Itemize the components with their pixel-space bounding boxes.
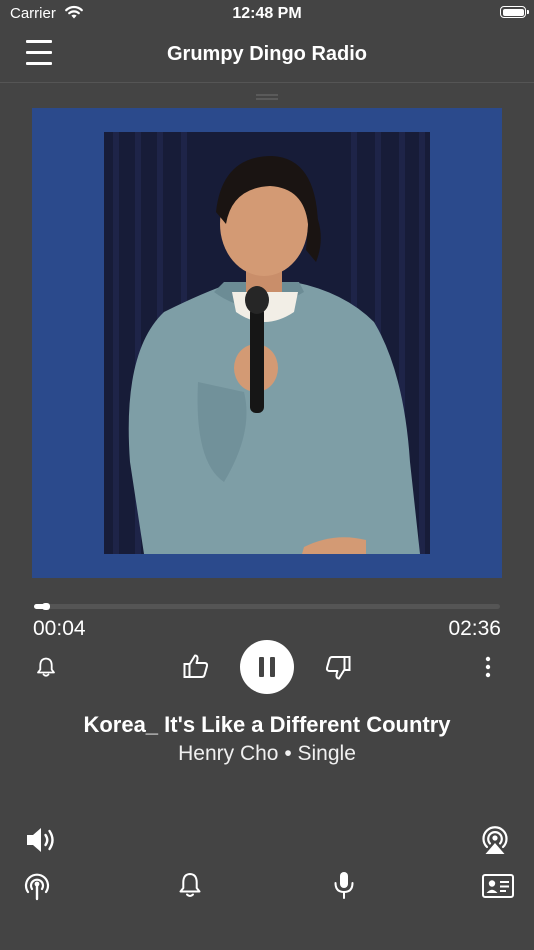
navigation-bar: Grumpy Dingo Radio [0, 30, 534, 83]
progress-handle[interactable] [42, 603, 51, 610]
broadcast-icon[interactable] [22, 871, 52, 901]
total-time: 02:36 [448, 617, 501, 640]
alerts-bell-icon[interactable] [177, 871, 203, 899]
track-title: Korea_ It's Like a Different Country [83, 712, 451, 737]
thumbs-up-icon[interactable] [182, 652, 210, 680]
elapsed-time: 00:04 [33, 617, 86, 640]
track-subtitle: Henry Cho • Single [178, 742, 356, 765]
album-art [32, 108, 502, 578]
drag-handle[interactable] [256, 94, 278, 100]
pause-button[interactable] [240, 640, 294, 694]
page-title: Grumpy Dingo Radio [167, 43, 367, 65]
artist-photo [104, 132, 430, 554]
progress-bar[interactable] [34, 603, 500, 610]
status-bar: Carrier 12:48 PM [0, 0, 534, 30]
bell-icon[interactable] [35, 656, 57, 678]
battery-icon [500, 6, 529, 18]
status-time: 12:48 PM [232, 5, 302, 22]
thumbs-down-icon[interactable] [324, 654, 352, 682]
microphone-icon[interactable] [331, 870, 357, 900]
more-vertical-icon[interactable] [478, 656, 498, 678]
pause-icon [259, 657, 264, 677]
contact-card-icon[interactable] [481, 872, 515, 900]
volume-icon[interactable] [24, 824, 58, 856]
airplay-icon[interactable] [478, 822, 512, 856]
